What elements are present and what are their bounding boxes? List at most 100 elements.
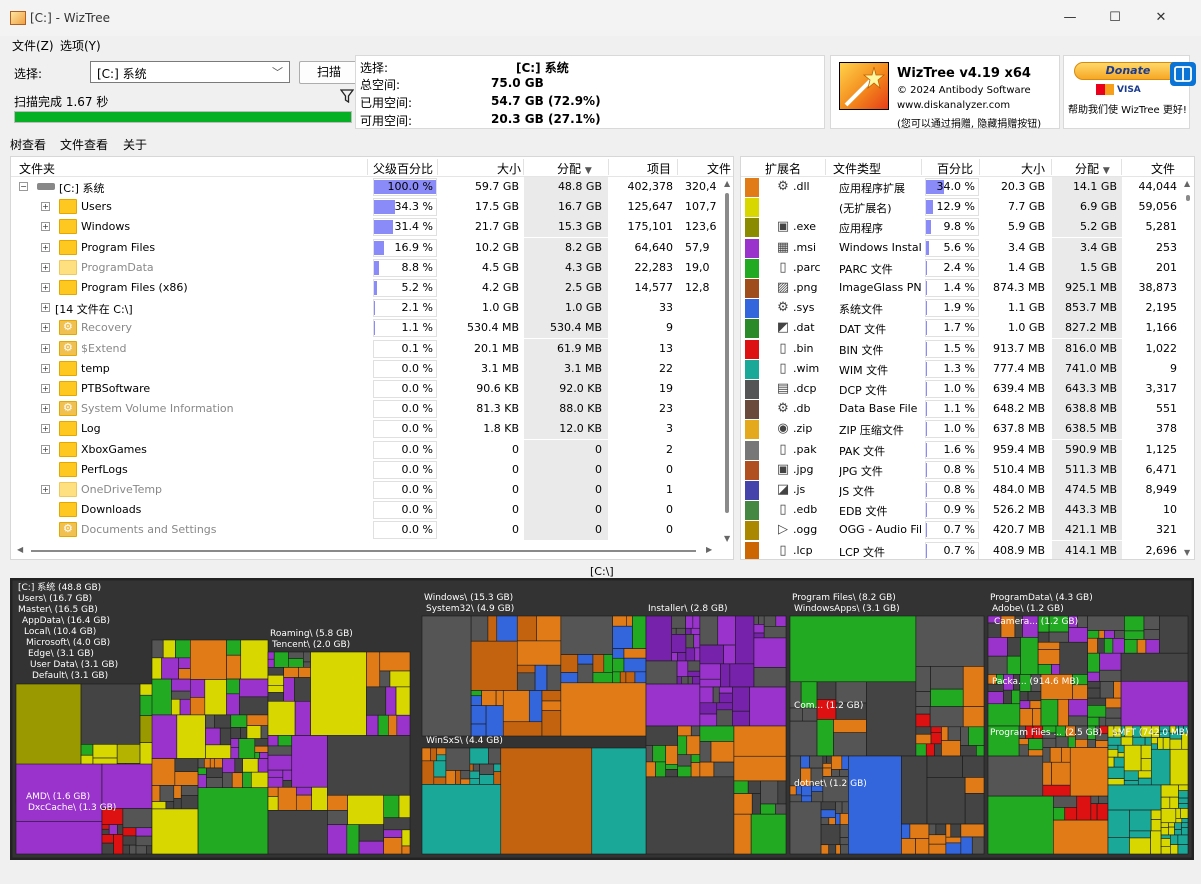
treemap-block[interactable] — [1107, 837, 1130, 855]
treemap-block[interactable] — [811, 791, 824, 803]
treemap-block[interactable] — [926, 755, 963, 778]
treemap-block[interactable] — [178, 657, 191, 670]
treemap-block[interactable] — [950, 823, 962, 838]
treemap-block[interactable] — [612, 615, 627, 627]
treemap-block[interactable] — [934, 743, 942, 757]
treemap-block[interactable] — [516, 615, 537, 642]
treemap-block[interactable] — [487, 615, 498, 642]
treemap-block[interactable] — [135, 845, 147, 855]
treemap-block[interactable] — [485, 705, 504, 737]
treemap-block[interactable] — [277, 786, 297, 811]
treemap-block[interactable] — [693, 634, 701, 649]
treemap-block[interactable] — [469, 763, 474, 772]
treemap-block[interactable] — [839, 769, 849, 777]
treemap-block[interactable] — [685, 615, 694, 629]
treemap-block[interactable] — [591, 747, 647, 855]
treemap-block[interactable] — [941, 740, 961, 757]
treemap-block[interactable] — [665, 769, 678, 778]
treemap-block[interactable] — [101, 828, 110, 835]
treemap-block[interactable] — [733, 725, 787, 757]
treemap-block[interactable] — [1107, 736, 1122, 746]
treemap-block[interactable] — [1097, 637, 1105, 654]
treemap-block[interactable] — [1095, 740, 1109, 748]
treemap-block[interactable] — [1150, 748, 1171, 786]
expand-toggle-icon[interactable]: + — [41, 283, 50, 292]
treemap-block[interactable] — [516, 672, 536, 691]
folder-row[interactable]: + $Extend 0.1 % 20.1 MB 61.9 MB 13 — [11, 338, 722, 359]
treemap-block[interactable] — [1177, 834, 1189, 845]
treemap-block[interactable] — [1143, 629, 1160, 640]
expand-toggle-icon[interactable]: + — [41, 222, 50, 232]
treemap-block[interactable] — [1042, 737, 1057, 748]
treemap-block[interactable] — [496, 615, 518, 642]
treemap-block[interactable] — [941, 726, 949, 741]
treemap-block[interactable] — [267, 776, 284, 788]
treemap-block[interactable] — [479, 763, 495, 775]
treemap-block[interactable] — [1132, 736, 1146, 746]
treemap-block[interactable] — [1181, 827, 1189, 836]
treemap-block[interactable] — [1140, 744, 1152, 759]
treemap-block[interactable] — [108, 824, 118, 835]
treemap-block[interactable] — [1107, 809, 1130, 838]
treemap-block[interactable] — [1007, 637, 1021, 657]
treemap-block[interactable] — [282, 769, 293, 781]
extension-row[interactable]: ⚙ .db Data Base File 1.1 % 648.2 MB 638.8 MB 5… — [741, 399, 1183, 420]
treemap-block[interactable] — [775, 615, 787, 627]
expand-toggle-icon[interactable]: + — [41, 202, 50, 212]
treemap-block[interactable] — [835, 813, 841, 825]
col-files[interactable]: 文件 — [707, 160, 731, 177]
folder-row[interactable]: + Program Files (x86) 5.2 % 4.2 GB 2.5 GB 14,… — [11, 278, 722, 298]
treemap-block[interactable] — [383, 829, 403, 838]
treemap-block[interactable] — [619, 671, 627, 684]
scroll-right-icon[interactable]: ▶ — [706, 545, 712, 554]
treemap-block[interactable] — [915, 691, 931, 707]
treemap-block[interactable] — [173, 797, 182, 810]
treemap-block[interactable] — [753, 637, 787, 668]
treemap-block[interactable] — [645, 615, 673, 662]
treemap-block[interactable] — [1169, 796, 1179, 809]
treemap-block[interactable] — [101, 763, 153, 809]
folder-hscroll-thumb[interactable] — [31, 550, 696, 552]
treemap-block[interactable] — [816, 719, 834, 757]
treemap-block[interactable] — [987, 691, 1004, 705]
expand-toggle-icon[interactable]: + — [41, 384, 50, 393]
treemap-block[interactable] — [822, 767, 832, 777]
extension-row[interactable]: ◪ .js JS 文件 0.8 % 484.0 MB 474.5 MB 8,949 — [741, 480, 1183, 500]
treemap-block[interactable] — [214, 714, 232, 729]
treemap-block[interactable] — [1037, 641, 1061, 650]
treemap-block[interactable] — [1087, 637, 1098, 654]
treemap-block[interactable] — [151, 758, 176, 786]
filter-icon[interactable] — [340, 89, 354, 103]
treemap-block[interactable] — [987, 637, 1008, 657]
treemap-block[interactable] — [699, 644, 724, 665]
treemap-block[interactable] — [346, 824, 360, 855]
treemap-block[interactable] — [161, 657, 179, 680]
treemap-block[interactable] — [267, 667, 284, 676]
treemap-block[interactable] — [1087, 705, 1107, 718]
treemap-block[interactable] — [173, 785, 182, 799]
treemap-block[interactable] — [401, 829, 411, 847]
treemap-block[interactable] — [915, 713, 931, 728]
treemap-block[interactable] — [469, 747, 489, 765]
treemap[interactable]: [C:] 系统 (48.8 GB) Users\ (16.7 GB) Master\… — [10, 578, 1194, 860]
treemap-block[interactable] — [246, 725, 262, 739]
treemap-block[interactable] — [436, 754, 447, 762]
treemap-block[interactable] — [396, 714, 411, 736]
treemap-block[interactable] — [560, 682, 647, 737]
treemap-block[interactable] — [789, 720, 818, 757]
treemap-block[interactable] — [146, 845, 153, 855]
treemap-block[interactable] — [820, 844, 830, 855]
treemap-block[interactable] — [964, 793, 985, 825]
treemap-block[interactable] — [288, 658, 304, 668]
treemap-block[interactable] — [493, 763, 502, 773]
treemap-block[interactable] — [612, 625, 633, 649]
treemap-block[interactable] — [945, 836, 962, 844]
treemap-block[interactable] — [645, 725, 678, 746]
treemap-block[interactable] — [502, 690, 530, 723]
treemap-block[interactable] — [377, 714, 389, 736]
treemap-block[interactable] — [1113, 681, 1122, 699]
folder-row[interactable]: Downloads 0.0 % 0 0 0 — [11, 500, 722, 521]
treemap-block[interactable] — [282, 780, 293, 788]
treemap-block[interactable] — [283, 667, 299, 678]
drive-select[interactable]: [C:] 系统 ﹀ — [90, 61, 290, 83]
